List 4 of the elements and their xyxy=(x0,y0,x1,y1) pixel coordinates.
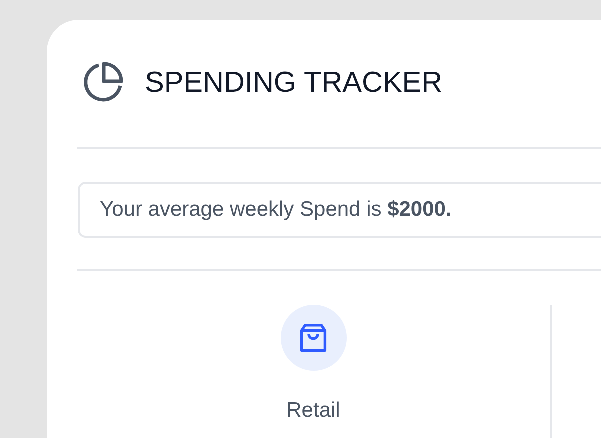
pie-chart-icon xyxy=(82,62,124,104)
category-label: Retail xyxy=(286,399,340,423)
summary-banner: Your average weekly Spend is $2000. xyxy=(78,182,601,238)
page-title: SPENDING TRACKER xyxy=(145,66,443,100)
